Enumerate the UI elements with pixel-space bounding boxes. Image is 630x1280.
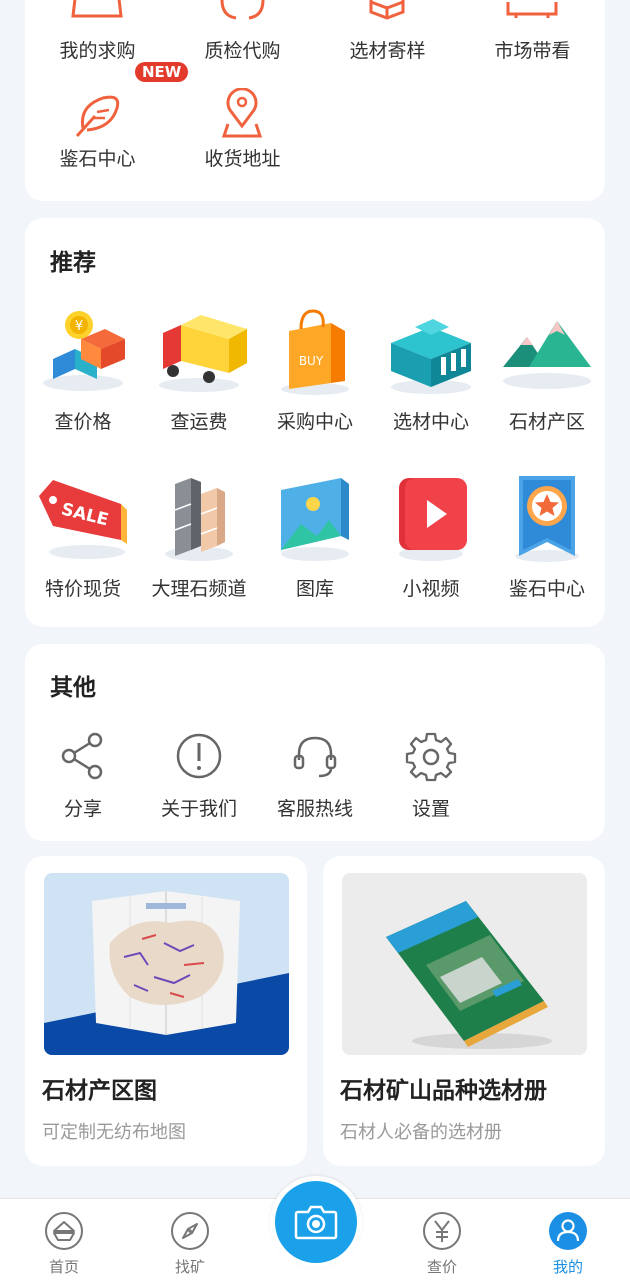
promo-subtitle: 石材人必备的选材册 <box>340 1122 502 1143</box>
building-icon <box>383 303 479 399</box>
service-label: 收货地址 <box>204 148 281 170</box>
rec-special-offer[interactable]: SALE 特价现货 <box>25 470 141 601</box>
star-badge-icon <box>499 470 595 566</box>
video-play-icon <box>383 470 479 566</box>
marble-blocks-icon <box>151 470 247 566</box>
headset-icon <box>289 730 341 782</box>
rec-marble-channel[interactable]: 大理石频道 <box>141 470 257 601</box>
rec-label: 鉴石中心 <box>508 578 585 600</box>
new-badge: NEW <box>135 62 189 82</box>
rec-freight[interactable]: 查运费 <box>141 303 257 434</box>
service-label: 质检代购 <box>204 40 281 62</box>
gallery-icon <box>267 470 363 566</box>
bag-text: BUY <box>299 354 324 368</box>
section-title: 推荐 <box>50 250 96 276</box>
other-label: 设置 <box>411 798 450 820</box>
rec-appraisal-center[interactable]: 鉴石中心 <box>489 470 605 601</box>
promo-title: 石材矿山品种选材册 <box>340 1078 547 1104</box>
shopping-bag-icon: BUY <box>267 303 363 399</box>
rec-label: 查运费 <box>170 411 228 433</box>
rec-label: 选材中心 <box>392 411 469 433</box>
other-about[interactable]: 关于我们 <box>141 730 257 821</box>
tab-label: 首页 <box>48 1258 79 1276</box>
stone-map-image <box>44 873 289 1055</box>
catalog-book-image <box>342 873 587 1055</box>
tab-home[interactable]: 首页 <box>24 1211 104 1277</box>
other-share[interactable]: 分享 <box>25 730 141 821</box>
other-hotline[interactable]: 客服热线 <box>257 730 373 821</box>
other-settings[interactable]: 设置 <box>373 730 489 821</box>
rec-label: 大理石频道 <box>151 578 247 600</box>
tab-label: 查价 <box>426 1258 457 1276</box>
tab-check-price[interactable]: 查价 <box>402 1211 482 1277</box>
service-my-purchase[interactable]: 我的求购 <box>25 0 170 63</box>
rec-gallery[interactable]: 图库 <box>257 470 373 601</box>
service-sample[interactable]: 选材寄样 <box>315 0 460 63</box>
rec-purchase-center[interactable]: BUY 采购中心 <box>257 303 373 434</box>
rec-label: 图库 <box>295 578 334 600</box>
other-card: 其他 分享 关于我们 客服热线 设置 <box>25 644 605 841</box>
service-market-tour[interactable]: 市场带看 <box>460 0 605 63</box>
service-label: 选材寄样 <box>349 40 426 62</box>
rec-selection-center[interactable]: 选材中心 <box>373 303 489 434</box>
tab-label: 找矿 <box>174 1258 205 1276</box>
service-address[interactable]: 收货地址 <box>170 87 315 171</box>
camera-button[interactable] <box>270 1176 362 1268</box>
gear-icon <box>405 730 457 782</box>
rec-price[interactable]: ¥ 查价格 <box>25 303 141 434</box>
other-label: 关于我们 <box>160 798 237 820</box>
yen-icon <box>422 1211 462 1251</box>
inspect-icon <box>170 0 315 30</box>
share-icon <box>57 730 109 782</box>
clipboard-icon <box>25 0 170 30</box>
promo-title: 石材产区图 <box>42 1078 157 1104</box>
home-icon <box>44 1211 84 1251</box>
promo-card-map[interactable]: 石材产区图 可定制无纺布地图 <box>25 856 307 1166</box>
car-icon <box>460 0 605 30</box>
rec-short-video[interactable]: 小视频 <box>373 470 489 601</box>
promo-card-catalog[interactable]: 石材矿山品种选材册 石材人必备的选材册 <box>323 856 605 1166</box>
other-label: 客服热线 <box>276 798 353 820</box>
truck-icon <box>151 303 247 399</box>
rec-label: 特价现货 <box>44 578 121 600</box>
service-label: 市场带看 <box>494 40 571 62</box>
rec-label: 查价格 <box>54 411 112 433</box>
rec-label: 采购中心 <box>276 411 353 433</box>
service-stone-appraisal[interactable]: 鉴石中心 <box>25 88 170 171</box>
rec-stone-region[interactable]: 石材产区 <box>489 303 605 434</box>
info-icon <box>173 730 225 782</box>
box-icon <box>315 0 460 30</box>
promo-subtitle: 可定制无纺布地图 <box>42 1122 186 1143</box>
location-pin-icon <box>170 87 315 138</box>
service-label: 我的求购 <box>59 40 136 62</box>
feather-icon <box>25 88 170 138</box>
tab-label: 我的 <box>552 1258 583 1276</box>
compass-icon <box>170 1211 210 1251</box>
user-icon <box>548 1211 588 1251</box>
price-coins-icon: ¥ <box>35 303 131 399</box>
service-inspection[interactable]: 质检代购 <box>170 0 315 63</box>
rec-label: 石材产区 <box>508 411 585 433</box>
other-label: 分享 <box>63 798 102 820</box>
tab-mine[interactable]: 我的 <box>528 1211 608 1277</box>
rec-label: 小视频 <box>402 578 460 600</box>
camera-icon <box>275 1181 357 1263</box>
services-card: 我的求购 质检代购 选材寄样 市场带看 鉴石中心 NEW 收货地址 <box>25 0 605 201</box>
svg-text:¥: ¥ <box>75 319 83 334</box>
sale-tag-icon: SALE <box>35 470 131 566</box>
recommend-card: 推荐 ¥ 查价格 查运费 BUY 采购中心 选材中心 石材产区 SALE 特价现… <box>25 218 605 627</box>
service-label: 鉴石中心 <box>59 148 136 170</box>
tab-find-mine[interactable]: 找矿 <box>150 1211 230 1277</box>
mountain-icon <box>499 303 595 399</box>
section-title: 其他 <box>50 675 96 701</box>
